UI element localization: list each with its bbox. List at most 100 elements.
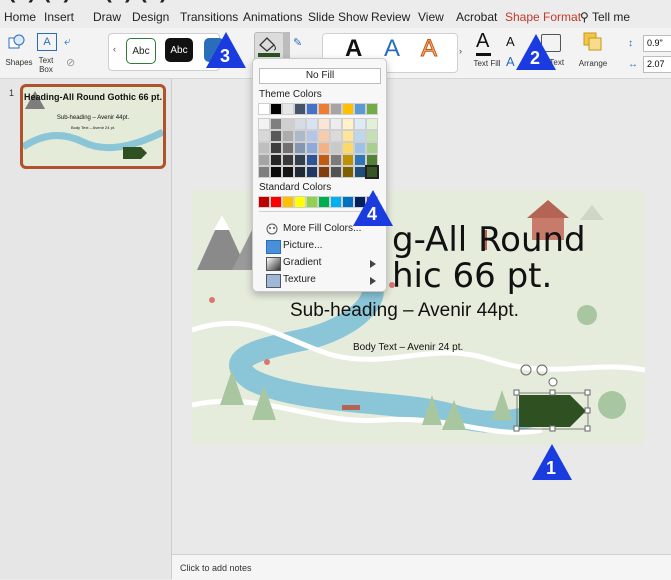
theme-shade-swatch[interactable] — [342, 130, 354, 142]
standard-color-swatch[interactable] — [342, 196, 354, 208]
theme-shade-swatch[interactable] — [270, 130, 282, 142]
shape-link-icon[interactable]: ⊘ — [66, 56, 75, 69]
slide-heading-line2[interactable]: hic 66 pt. — [392, 256, 552, 296]
theme-shade-swatch[interactable] — [330, 154, 342, 166]
shapes-icon[interactable] — [8, 33, 26, 49]
theme-shade-swatch[interactable] — [306, 118, 318, 130]
more-fill-colors-item[interactable]: More Fill Colors... — [283, 223, 361, 234]
theme-color-swatch[interactable] — [366, 103, 378, 115]
theme-shade-swatch[interactable] — [330, 142, 342, 154]
theme-color-swatch[interactable] — [258, 103, 270, 115]
tab-review[interactable]: Review — [371, 10, 410, 24]
fill-dropdown-chevron-icon[interactable] — [283, 32, 290, 58]
theme-shade-swatch[interactable] — [282, 166, 294, 178]
wordart-blue[interactable]: A — [384, 35, 400, 63]
theme-shade-swatch[interactable] — [366, 130, 378, 142]
theme-shade-swatch[interactable] — [294, 130, 306, 142]
theme-shade-swatch[interactable] — [318, 130, 330, 142]
theme-shade-swatch[interactable] — [342, 142, 354, 154]
theme-shade-swatch[interactable] — [294, 166, 306, 178]
shape-outline-icon[interactable]: ✎ — [293, 36, 302, 49]
arrange-icon[interactable] — [583, 32, 602, 51]
picture-item[interactable]: Picture... — [283, 240, 322, 251]
theme-shade-swatch[interactable] — [342, 118, 354, 130]
theme-shade-swatch[interactable] — [366, 118, 378, 130]
tab-tell-me[interactable]: Tell me — [592, 10, 630, 24]
theme-shade-swatch[interactable] — [366, 154, 378, 166]
theme-shade-swatch[interactable] — [354, 154, 366, 166]
theme-shade-swatch[interactable] — [342, 154, 354, 166]
tab-view[interactable]: View — [418, 10, 444, 24]
theme-shade-swatch[interactable] — [270, 166, 282, 178]
style-sample-outline[interactable]: Abc — [126, 38, 156, 64]
standard-color-swatch[interactable] — [318, 196, 330, 208]
slide-subheading[interactable]: Sub-heading – Avenir 44pt. — [290, 300, 519, 322]
theme-color-swatch[interactable] — [342, 103, 354, 115]
theme-shade-swatch[interactable] — [258, 142, 270, 154]
slide-body-text[interactable]: Body Text – Avenir 24 pt. — [353, 342, 463, 353]
theme-shade-swatch[interactable] — [270, 154, 282, 166]
theme-shade-swatch[interactable] — [270, 118, 282, 130]
theme-shade-swatch[interactable] — [330, 130, 342, 142]
theme-shade-swatch[interactable] — [354, 142, 366, 154]
wordart-more-arrow[interactable]: › — [459, 46, 462, 56]
theme-color-swatch[interactable] — [318, 103, 330, 115]
theme-shade-swatch[interactable] — [282, 142, 294, 154]
width-field[interactable]: 2.07 — [643, 56, 671, 73]
theme-shade-swatch[interactable] — [306, 142, 318, 154]
theme-shade-swatch[interactable] — [318, 118, 330, 130]
standard-color-swatch[interactable] — [270, 196, 282, 208]
theme-shade-swatch[interactable] — [258, 130, 270, 142]
theme-color-swatch[interactable] — [282, 103, 294, 115]
gallery-left-arrow[interactable]: ‹ — [113, 44, 116, 54]
tab-transitions[interactable]: Transitions — [180, 10, 238, 24]
standard-color-swatch[interactable] — [306, 196, 318, 208]
wordart-orange[interactable]: A — [420, 35, 437, 63]
tab-animations[interactable]: Animations — [243, 10, 302, 24]
standard-color-swatch[interactable] — [330, 196, 342, 208]
tab-insert[interactable]: Insert — [44, 10, 74, 24]
theme-shade-swatch[interactable] — [318, 166, 330, 178]
textbox-icon[interactable]: A — [37, 33, 57, 51]
theme-shade-swatch[interactable] — [330, 118, 342, 130]
theme-shade-swatch[interactable] — [318, 142, 330, 154]
height-field[interactable]: 0.9" — [643, 35, 671, 52]
tab-shape-format[interactable]: Shape Format — [505, 10, 581, 24]
text-effects-icon[interactable]: A — [506, 54, 515, 69]
edit-shape-icon[interactable]: ⤶ — [64, 34, 71, 49]
theme-color-swatch[interactable] — [306, 103, 318, 115]
tab-design[interactable]: Design — [132, 10, 169, 24]
text-outline-icon[interactable]: A — [506, 34, 515, 49]
tab-slide-show[interactable]: Slide Show — [308, 10, 368, 24]
theme-shade-swatch[interactable] — [294, 142, 306, 154]
theme-color-swatch[interactable] — [270, 103, 282, 115]
theme-shade-swatch[interactable] — [270, 142, 282, 154]
theme-shade-swatch[interactable] — [258, 166, 270, 178]
theme-shade-swatch[interactable] — [366, 142, 378, 154]
theme-shade-swatch[interactable] — [258, 154, 270, 166]
texture-item[interactable]: Texture — [283, 274, 316, 285]
gradient-item[interactable]: Gradient — [283, 257, 321, 268]
shape-fill-button[interactable] — [254, 32, 284, 60]
theme-shade-swatch[interactable] — [306, 130, 318, 142]
theme-color-swatch[interactable] — [330, 103, 342, 115]
notes-pane[interactable]: Click to add notes — [172, 554, 671, 580]
theme-shade-swatch[interactable] — [294, 154, 306, 166]
textbox-label[interactable]: Text Box — [34, 56, 58, 74]
theme-shade-swatch[interactable] — [294, 118, 306, 130]
theme-shade-swatch[interactable] — [258, 118, 270, 130]
theme-shade-swatch[interactable] — [342, 166, 354, 178]
theme-shade-swatch[interactable] — [282, 118, 294, 130]
selected-color-swatch[interactable] — [365, 165, 379, 179]
theme-color-swatch[interactable] — [294, 103, 306, 115]
shapes-label[interactable]: Shapes — [3, 58, 35, 67]
text-fill-icon[interactable]: A — [476, 30, 489, 53]
tell-me-icon[interactable]: ⚲ — [580, 10, 589, 24]
theme-color-swatch[interactable] — [354, 103, 366, 115]
tab-draw[interactable]: Draw — [93, 10, 121, 24]
slide-heading-line1[interactable]: g-All Round — [392, 220, 586, 260]
theme-shade-swatch[interactable] — [282, 130, 294, 142]
theme-shade-swatch[interactable] — [318, 154, 330, 166]
style-sample-dark[interactable]: Abc — [165, 38, 193, 62]
tab-home[interactable]: Home — [4, 10, 36, 24]
